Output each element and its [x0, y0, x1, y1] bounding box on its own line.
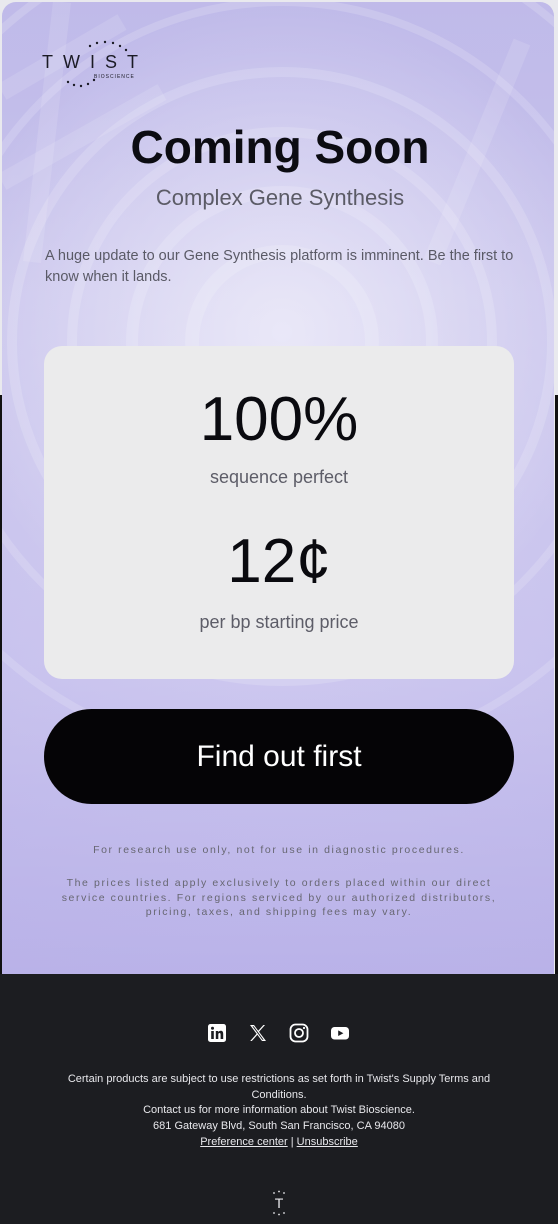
intro-text: A huge update to our Gene Synthesis plat…	[45, 248, 514, 285]
footer-address: 681 Gateway Blvd, South San Francisco, C…	[153, 1120, 405, 1132]
stat-value-accuracy: 100%	[199, 385, 359, 454]
footer-terms: Certain products are subject to use rest…	[67, 1073, 491, 1101]
preference-center-link[interactable]: Preference center	[200, 1136, 287, 1148]
unsubscribe-link[interactable]: Unsubscribe	[297, 1136, 358, 1148]
page-title: Coming Soon	[130, 121, 430, 173]
stat-value-price: 12¢	[227, 527, 331, 596]
twist-logo[interactable]: TWIST BIOSCIENCE	[42, 40, 162, 90]
research-disclaimer: For research use only, not for use in di…	[93, 844, 465, 856]
stat-label-price: per bp starting price	[199, 612, 359, 632]
footer-logo-letter: T	[274, 1195, 284, 1211]
logo-wordmark: TWIST	[42, 52, 148, 72]
footer-links: Preference center | Unsubscribe	[40, 1135, 518, 1151]
linkedin-icon[interactable]	[207, 1023, 227, 1043]
logo-subtext: BIOSCIENCE	[94, 74, 135, 80]
stats-card: 100% sequence perfect 12¢ per bp startin…	[44, 346, 514, 679]
link-separator: |	[290, 1136, 294, 1148]
x-icon[interactable]	[248, 1023, 268, 1043]
find-out-first-button[interactable]: Find out first	[44, 709, 514, 804]
footer-contact: Contact us for more information about Tw…	[143, 1104, 415, 1116]
footer-logo[interactable]: T	[266, 1189, 292, 1217]
page-subtitle: Complex Gene Synthesis	[155, 185, 405, 210]
youtube-icon[interactable]	[330, 1023, 350, 1043]
instagram-icon[interactable]	[289, 1023, 309, 1043]
pricing-disclaimer: The prices listed apply exclusively to o…	[61, 877, 497, 918]
stat-label-accuracy: sequence perfect	[209, 467, 349, 487]
